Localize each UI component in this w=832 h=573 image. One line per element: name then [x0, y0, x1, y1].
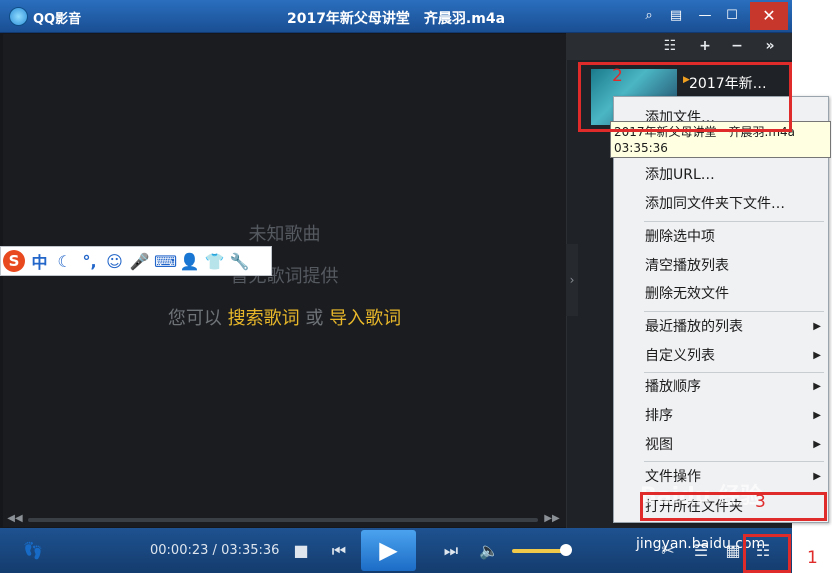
- annotation-box-1: [743, 534, 791, 573]
- submenu-arrow-icon: ▶: [813, 439, 821, 450]
- fast-forward-icon[interactable]: ▶▶: [544, 513, 560, 526]
- search-lyrics-link[interactable]: 搜索歌词: [228, 308, 300, 329]
- maximize-button[interactable]: ☐: [721, 6, 743, 26]
- current-time: 00:00:23: [150, 543, 209, 558]
- total-time: 03:35:36: [221, 543, 280, 558]
- menu-item-custom-list[interactable]: 自定义列表 ▶: [645, 345, 827, 367]
- user-icon[interactable]: 👤: [179, 252, 200, 271]
- menu-separator: [644, 461, 824, 462]
- menu-item-play-order[interactable]: 播放顺序 ▶: [645, 376, 827, 398]
- previous-icon[interactable]: ⏮: [328, 540, 350, 562]
- menu-item-add-folder-files[interactable]: 添加同文件夹下文件…: [645, 193, 827, 215]
- annotation-box-3: [640, 492, 827, 521]
- next-icon[interactable]: ⏭: [440, 540, 462, 562]
- annotation-number-2: 2: [612, 66, 623, 86]
- time-display: 00:00:23 / 03:35:36: [150, 543, 279, 558]
- volume-icon[interactable]: 🔈: [478, 540, 500, 562]
- song-name: 未知歌曲: [248, 224, 321, 245]
- menu-item-delete-selected[interactable]: 删除选中项: [645, 226, 827, 248]
- microphone-icon[interactable]: 🎤: [129, 252, 150, 271]
- submenu-arrow-icon: ▶: [813, 350, 821, 361]
- lyrics-prefix: 您可以: [167, 308, 222, 329]
- submenu-arrow-icon: ▶: [813, 471, 821, 482]
- remove-icon[interactable]: −: [725, 36, 749, 57]
- menu-item-label: 播放顺序: [645, 379, 701, 395]
- menu-item-label: 删除选中项: [645, 229, 715, 245]
- seek-bar[interactable]: ◀◀ ▶▶: [3, 512, 566, 527]
- close-button[interactable]: ✕: [750, 2, 788, 30]
- sogou-logo-icon[interactable]: S: [3, 250, 25, 272]
- list-view-icon[interactable]: ☷: [658, 36, 682, 57]
- submenu-arrow-icon: ▶: [813, 410, 821, 421]
- app-name: QQ影音: [33, 12, 82, 27]
- keyboard-icon[interactable]: ⌨: [154, 252, 177, 271]
- volume-knob[interactable]: [560, 544, 572, 556]
- menu-separator: [644, 372, 824, 373]
- annotation-number-3: 3: [755, 492, 766, 512]
- wrench-icon[interactable]: 🔧: [229, 252, 250, 271]
- stop-icon[interactable]: ■: [290, 540, 312, 562]
- menu-item-label: 添加URL…: [645, 167, 715, 183]
- menu-item-recent-lists[interactable]: 最近播放的列表 ▶: [645, 316, 827, 338]
- title-bar[interactable]: QQ影音 2017年新父母讲堂 齐晨羽.m4a ⌕ ▤ — ☐ ✕: [0, 0, 792, 33]
- menu-item-label: 视图: [645, 437, 673, 453]
- punctuation-icon[interactable]: °,: [79, 252, 100, 271]
- skin-shirt-icon[interactable]: 👕: [204, 252, 225, 271]
- footprint-icon[interactable]: 👣: [22, 540, 44, 562]
- ime-chinese-mode[interactable]: 中: [29, 249, 50, 273]
- annotation-number-1: 1: [807, 548, 818, 568]
- add-icon[interactable]: +: [693, 36, 717, 57]
- submenu-arrow-icon: ▶: [813, 321, 821, 332]
- time-separator: /: [212, 543, 217, 558]
- minimize-button[interactable]: —: [694, 6, 716, 26]
- playlist-context-menu: 添加文件… 添加URL… 添加同文件夹下文件… 删除选中项 清空播放列表 删除无…: [613, 96, 829, 523]
- seek-track[interactable]: [28, 518, 538, 522]
- menu-item-label: 删除无效文件: [645, 286, 729, 302]
- playlist-toolbar: ☷ + − »: [566, 33, 792, 60]
- mini-mode-icon[interactable]: ▤: [665, 6, 687, 26]
- moon-icon[interactable]: ☾: [54, 252, 75, 271]
- emoji-icon[interactable]: ☺: [104, 252, 125, 271]
- menu-separator: [644, 221, 824, 222]
- menu-item-delete-invalid[interactable]: 删除无效文件: [645, 283, 827, 305]
- feedback-icon[interactable]: ⌕: [638, 6, 660, 26]
- lyrics-or: 或: [305, 308, 324, 329]
- volume-slider[interactable]: [512, 549, 566, 553]
- menu-item-label: 清空播放列表: [645, 258, 729, 274]
- collapse-panel-handle[interactable]: ›: [566, 244, 578, 316]
- menu-item-label: 添加同文件夹下文件…: [645, 196, 785, 212]
- window-title: 2017年新父母讲堂 齐晨羽.m4a: [286, 11, 506, 27]
- more-icon[interactable]: »: [758, 36, 782, 57]
- ime-toolbar: S 中 ☾ °, ☺ 🎤 ⌨ 👤 👕 🔧: [0, 246, 272, 276]
- menu-separator: [644, 311, 824, 312]
- menu-item-add-url[interactable]: 添加URL…: [645, 164, 827, 186]
- menu-item-label: 排序: [645, 408, 673, 424]
- menu-item-label: 最近播放的列表: [645, 319, 743, 335]
- menu-item-label: 自定义列表: [645, 348, 715, 364]
- annotation-box-2: [578, 62, 792, 132]
- menu-item-clear-playlist[interactable]: 清空播放列表: [645, 255, 827, 277]
- submenu-arrow-icon: ▶: [813, 381, 821, 392]
- rewind-icon[interactable]: ◀◀: [7, 513, 23, 526]
- qq-player-logo-icon: [9, 7, 28, 26]
- tooltip-duration: 03:35:36: [614, 141, 668, 155]
- menu-item-sort[interactable]: 排序 ▶: [645, 405, 827, 427]
- import-lyrics-link[interactable]: 导入歌词: [329, 308, 401, 329]
- play-button[interactable]: ▶: [361, 530, 416, 571]
- menu-item-view[interactable]: 视图 ▶: [645, 434, 827, 456]
- lyrics-actions: 您可以 搜索歌词 或 导入歌词: [3, 304, 566, 330]
